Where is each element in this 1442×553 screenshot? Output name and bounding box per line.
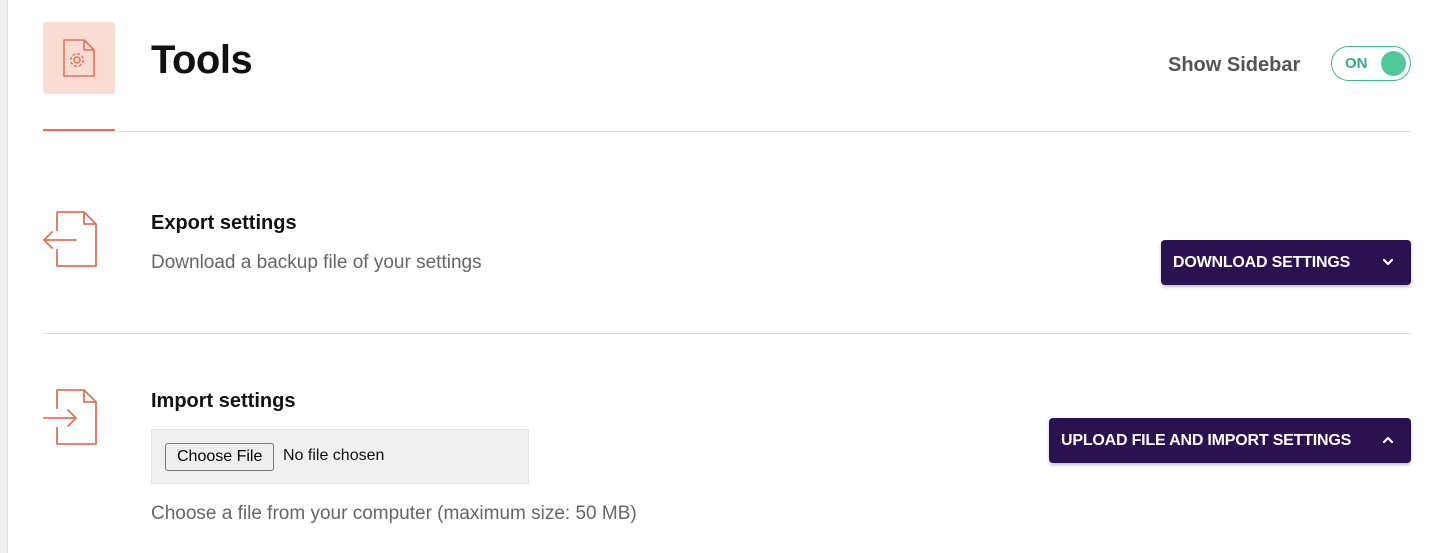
file-export-icon <box>40 208 100 268</box>
download-settings-button[interactable]: DOWNLOAD SETTINGS <box>1161 240 1411 285</box>
chevron-down-icon <box>1382 258 1394 266</box>
toggle-knob <box>1381 51 1406 76</box>
export-title: Export settings <box>151 212 297 234</box>
section-divider <box>43 333 1411 334</box>
header-divider <box>43 131 1411 132</box>
show-sidebar-toggle[interactable]: ON <box>1331 46 1411 81</box>
file-import-icon <box>40 386 100 446</box>
toggle-state-label: ON <box>1345 55 1368 72</box>
file-status: No file chosen <box>283 447 385 464</box>
chevron-up-icon <box>1382 436 1394 444</box>
import-title: Import settings <box>151 390 296 412</box>
tools-header-icon <box>43 22 115 94</box>
export-description: Download a backup file of your settings <box>151 252 482 273</box>
gear-document-icon <box>63 39 95 77</box>
file-input-container: Choose File No file chosen <box>151 429 529 484</box>
page-title: Tools <box>151 38 253 82</box>
choose-file-button[interactable]: Choose File <box>165 443 275 471</box>
show-sidebar-label: Show Sidebar <box>1168 54 1301 76</box>
download-settings-label: DOWNLOAD SETTINGS <box>1173 253 1351 271</box>
left-rail <box>0 0 8 553</box>
upload-import-settings-button[interactable]: UPLOAD FILE AND IMPORT SETTINGS <box>1049 418 1411 463</box>
upload-import-label: UPLOAD FILE AND IMPORT SETTINGS <box>1061 431 1352 449</box>
import-hint: Choose a file from your computer (maximu… <box>151 503 637 524</box>
